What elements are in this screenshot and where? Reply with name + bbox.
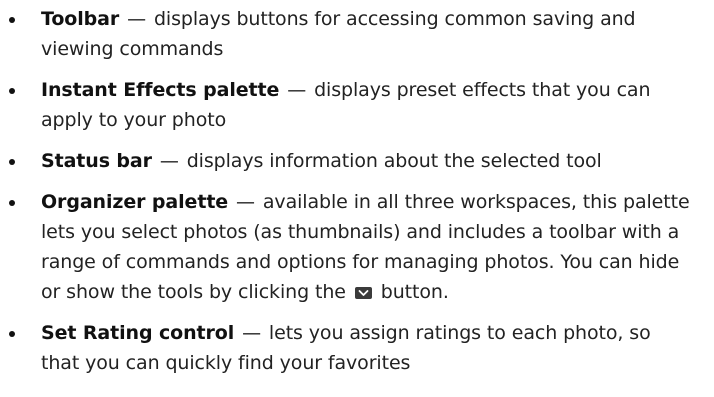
item-term: Set Rating control bbox=[41, 322, 235, 344]
list-item-organizer: Organizer palette — available in all thr… bbox=[9, 187, 694, 307]
item-description: displays information about the selected … bbox=[180, 150, 602, 172]
bullet-icon bbox=[9, 88, 15, 94]
item-term: Toolbar bbox=[41, 8, 120, 30]
item-description-tail: button. bbox=[374, 281, 449, 303]
item-dash: — bbox=[159, 150, 179, 172]
item-term: Instant Effects palette bbox=[41, 79, 280, 101]
list-item-set-rating: Set Rating control — lets you assign rat… bbox=[9, 318, 694, 378]
list-item-instant-effects: Instant Effects palette — displays prese… bbox=[9, 75, 694, 135]
item-term: Organizer palette bbox=[41, 191, 229, 213]
bullet-icon bbox=[9, 17, 15, 23]
list-item-status-bar: Status bar — displays information about … bbox=[9, 146, 694, 176]
item-dash: — bbox=[127, 8, 147, 30]
bullet-icon bbox=[9, 331, 15, 337]
item-term: Status bar bbox=[41, 150, 152, 172]
list-item-toolbar: Toolbar — displays buttons for accessing… bbox=[9, 4, 694, 64]
item-dash: — bbox=[236, 191, 255, 213]
document-page: Toolbar — displays buttons for accessing… bbox=[0, 0, 714, 397]
bullet-icon bbox=[9, 159, 15, 165]
item-dash: — bbox=[287, 79, 307, 101]
bullet-icon bbox=[9, 200, 15, 206]
bullet-list: Toolbar — displays buttons for accessing… bbox=[9, 4, 694, 378]
item-dash: — bbox=[242, 322, 261, 344]
chevron-down-icon bbox=[354, 287, 372, 299]
